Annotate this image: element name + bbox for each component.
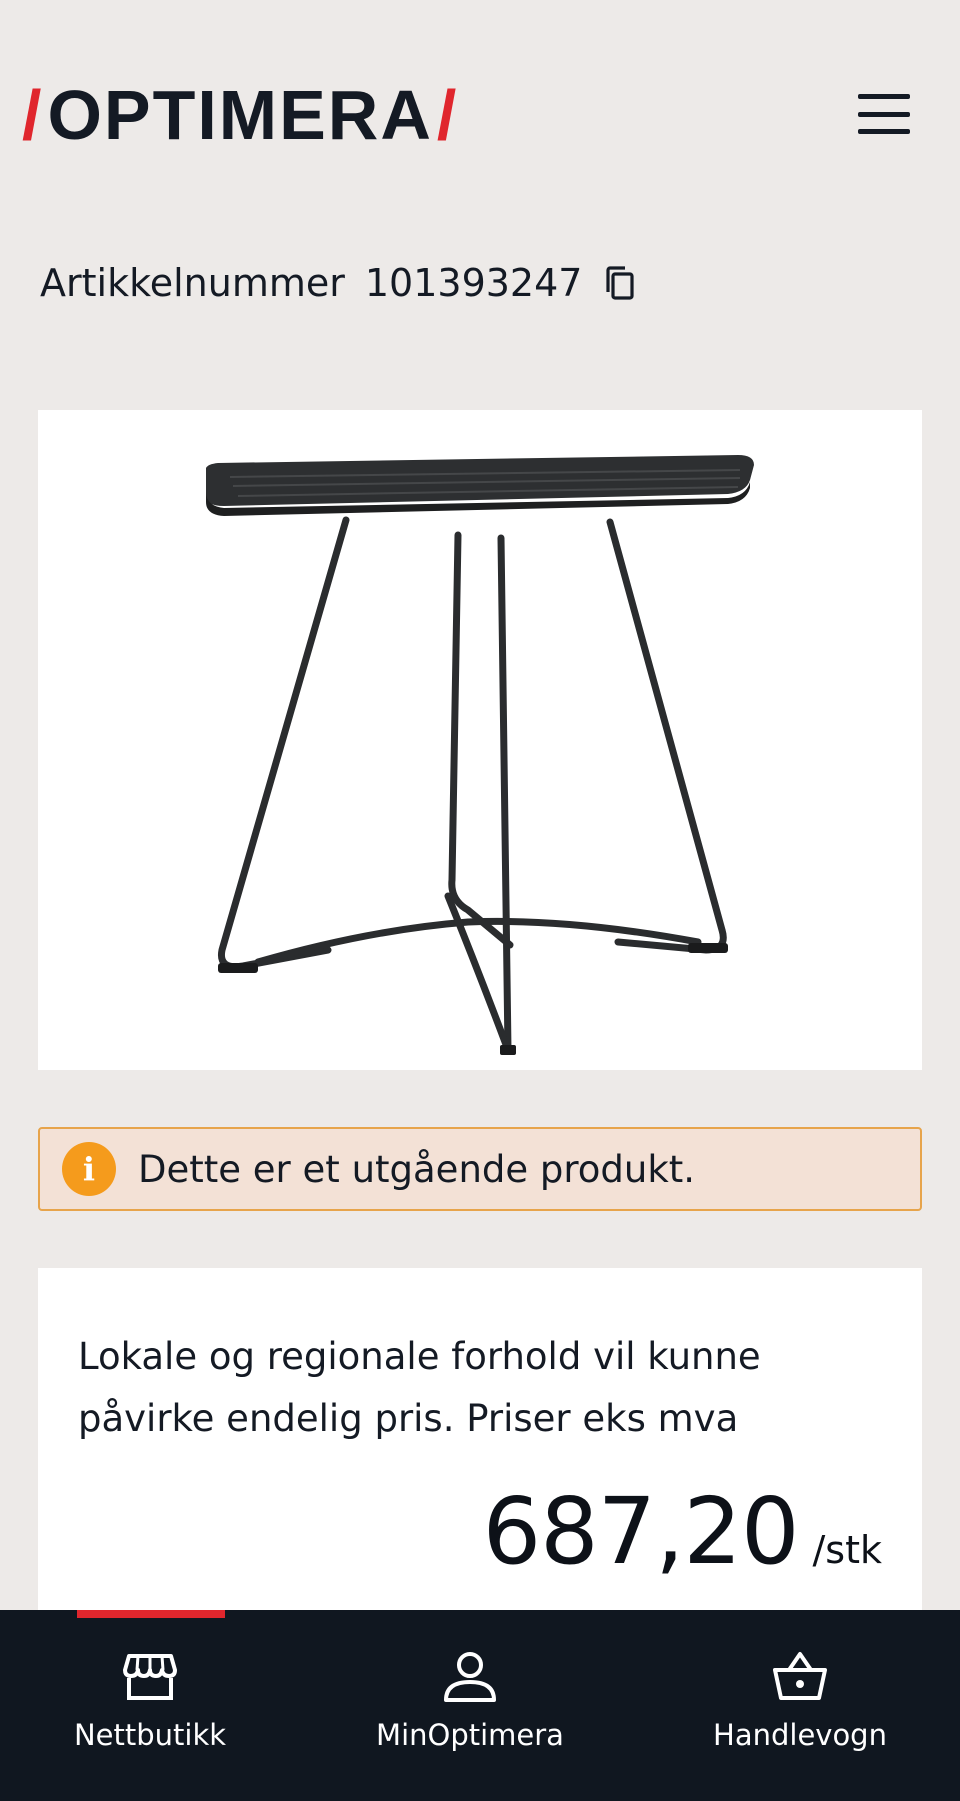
info-icon: i [62,1142,116,1196]
bottom-navigation: Nettbutikk MinOptimera Handlevogn [0,1610,960,1801]
table-illustration [206,455,754,1055]
nav-label-minoptimera: MinOptimera [376,1718,564,1752]
basket-icon [773,1652,827,1700]
copy-icon[interactable] [604,264,636,302]
product-image[interactable] [38,410,922,1070]
logo-text: OPTIMERA [47,76,433,154]
price-row: 687,20 /stk [483,1478,882,1585]
header: / OPTIMERA / [0,0,960,230]
store-icon [123,1654,177,1700]
nav-label-handlevogn: Handlevogn [713,1718,887,1752]
nav-item-minoptimera[interactable]: MinOptimera [375,1610,565,1801]
price-unit: /stk [812,1528,882,1572]
price-card: Lokale og regionale forhold vil kunne på… [38,1268,922,1630]
discontinued-notice: i Dette er et utgående produkt. [38,1127,922,1211]
nav-item-handlevogn[interactable]: Handlevogn [710,1610,890,1801]
article-number-row: Artikkelnummer 101393247 [40,258,636,308]
article-number-value: 101393247 [364,261,583,305]
notice-text: Dette er et utgående produkt. [138,1147,696,1191]
price-disclaimer: Lokale og regionale forhold vil kunne på… [78,1335,761,1440]
optimera-logo[interactable]: / OPTIMERA / [18,80,462,150]
nav-item-nettbutikk[interactable]: Nettbutikk [73,1610,227,1801]
hamburger-menu-icon[interactable] [858,94,910,134]
active-indicator [77,1610,225,1618]
nav-label-nettbutikk: Nettbutikk [73,1718,227,1752]
user-icon [444,1652,496,1702]
price-amount: 687,20 [482,1478,800,1585]
article-number-label: Artikkelnummer [40,261,345,305]
